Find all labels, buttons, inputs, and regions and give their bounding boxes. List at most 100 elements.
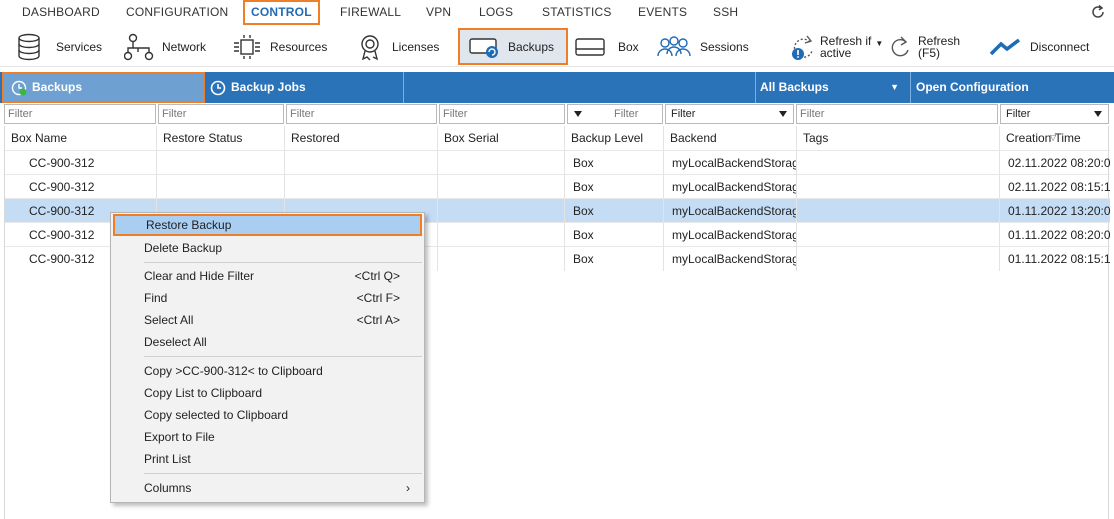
disconnect-label: Disconnect [1030,40,1090,54]
menu-vpn[interactable]: VPN [426,0,451,25]
cell-tags [797,223,1000,247]
cell-backup-level: Box [565,247,664,271]
column-header-box-name[interactable]: Box Name [5,126,157,150]
filter-box-serial[interactable]: Filter [439,104,565,124]
cell-box-serial [438,247,565,271]
menu-statistics[interactable]: STATISTICS [542,0,612,25]
filter-backend[interactable]: Filter [665,104,794,124]
column-header-backup-level[interactable]: Backup Level [565,126,664,150]
filter-creation-time-text: Filter [1006,108,1031,120]
menu-shortcut: <Ctrl F> [356,291,400,305]
menu-item-clear-filter[interactable]: Clear and Hide Filter <Ctrl Q> [113,265,422,287]
menu-item-select-all[interactable]: Select All <Ctrl A> [113,309,422,331]
menu-logs[interactable]: LOGS [479,0,513,25]
refresh-if-active-button[interactable]: Refresh if active ▼ [790,29,883,65]
view-select-label: All Backups [760,80,829,94]
menu-events[interactable]: EVENTS [638,0,687,25]
column-header-backend[interactable]: Backend [664,126,797,150]
menu-item-columns[interactable]: Columns › [113,477,422,499]
refresh-icon[interactable] [1090,4,1106,20]
cell-creation-time: 02.11.2022 08:15:10 [1008,180,1110,194]
column-header-creation-time[interactable]: ▽ Creation Time [1000,126,1110,150]
column-header-restored[interactable]: Restored [285,126,438,150]
app-window: DASHBOARD CONFIGURATION CONTROL FIREWALL… [0,0,1114,519]
dropdown-arrow-icon: ▼ [890,82,899,92]
cell-creation-time: 01.11.2022 08:15:17 [1008,252,1110,266]
menu-item-label: Find [144,291,168,305]
cell-creation-time: 01.11.2022 13:20:02 [1008,204,1110,218]
users-icon [657,36,691,57]
cell-creation-time: 02.11.2022 08:20:03 [1008,156,1110,170]
column-header-tags[interactable]: Tags [797,126,1000,150]
backups-button[interactable]: Backups [458,28,568,65]
top-menu: DASHBOARD CONFIGURATION CONTROL FIREWALL… [0,0,1114,27]
menu-separator [144,473,422,474]
menu-item-copy-selected[interactable]: Copy selected to Clipboard [113,404,422,426]
menu-item-copy-name[interactable]: Copy >CC-900-312< to Clipboard [113,360,422,382]
cell-backend: myLocalBackendStorage [664,151,797,175]
menu-configuration[interactable]: CONFIGURATION [126,0,228,25]
menu-item-deselect-all[interactable]: Deselect All [113,331,422,353]
filter-tags[interactable]: Filter [796,104,998,124]
sessions-label: Sessions [700,40,749,54]
tab-backups-label: Backups [32,80,83,94]
menu-dashboard[interactable]: DASHBOARD [22,0,100,25]
menu-separator [144,356,422,357]
hard-drive-icon [575,38,605,56]
menu-shortcut: <Ctrl A> [356,313,400,327]
tab-backup-jobs[interactable]: Backup Jobs [210,72,306,103]
view-select[interactable]: All Backups ▼ [760,72,905,103]
menu-item-find[interactable]: Find <Ctrl F> [113,287,422,309]
open-configuration-button[interactable]: Open Configuration [916,72,1029,103]
filter-restored[interactable]: Filter [286,104,437,124]
menu-item-delete-backup[interactable]: Delete Backup [113,237,422,259]
resources-button[interactable]: Resources [232,29,327,65]
services-label: Services [56,40,103,54]
menu-item-label: Copy >CC-900-312< to Clipboard [144,364,323,378]
menu-item-print[interactable]: Print List [113,448,422,470]
box-button[interactable]: Box [574,29,639,65]
menu-shortcut: <Ctrl Q> [354,269,400,283]
history-icon [210,80,226,95]
tab-backup-jobs-label: Backup Jobs [231,80,306,94]
disconnect-button[interactable]: Disconnect [988,29,1089,65]
cell-backup-level: Box [565,223,664,247]
sessions-button[interactable]: Sessions [656,29,749,65]
network-button[interactable]: Network [124,29,206,65]
menu-firewall[interactable]: FIREWALL [340,0,401,25]
filter-backup-level[interactable]: Filter [567,104,663,124]
chevron-down-icon[interactable]: ▼ [875,39,883,48]
cell-box-serial [438,223,565,247]
filter-restore-status[interactable]: Filter [158,104,284,124]
refresh-line2: (F5) [918,46,940,60]
menu-control[interactable]: CONTROL [243,0,320,25]
filter-backend-text: Filter [671,108,696,120]
column-header-restore-status[interactable]: Restore Status [157,126,285,150]
cell-tags [797,199,1000,223]
menu-item-restore-backup[interactable]: Restore Backup [113,214,422,236]
cell-creation-time: 01.11.2022 08:20:02 [1008,228,1110,242]
refresh-button[interactable]: Refresh (F5) [888,29,960,65]
menu-item-label: Clear and Hide Filter [144,269,255,283]
menu-ssh[interactable]: SSH [713,0,738,25]
menu-item-label: Export to File [144,430,215,444]
menu-item-export[interactable]: Export to File [113,426,422,448]
services-button[interactable]: Services [16,29,102,65]
column-header-box-serial[interactable]: Box Serial [438,126,565,150]
cell-restored [285,175,438,199]
cell-backend: myLocalBackendStorage [664,199,797,223]
filter-box-name[interactable]: Filter [4,104,156,124]
chevron-right-icon: › [406,481,410,495]
table-row[interactable]: CC-900-312 Box myLocalBackendStorage 02.11.… [5,150,1110,175]
cell-box-serial [438,199,565,223]
menu-item-label: Copy selected to Clipboard [144,408,289,422]
tab-backups[interactable]: Backups [2,72,205,103]
menu-item-label: Print List [144,452,191,466]
licenses-button[interactable]: Licenses [358,29,439,65]
chip-icon [234,35,260,59]
cell-restore-status [157,151,285,175]
filter-creation-time[interactable]: Filter [1000,104,1109,124]
table-row[interactable]: CC-900-312 Box myLocalBackendStorage 02.11.… [5,174,1110,199]
menu-item-copy-list[interactable]: Copy List to Clipboard [113,382,422,404]
tab-divider [755,72,756,103]
